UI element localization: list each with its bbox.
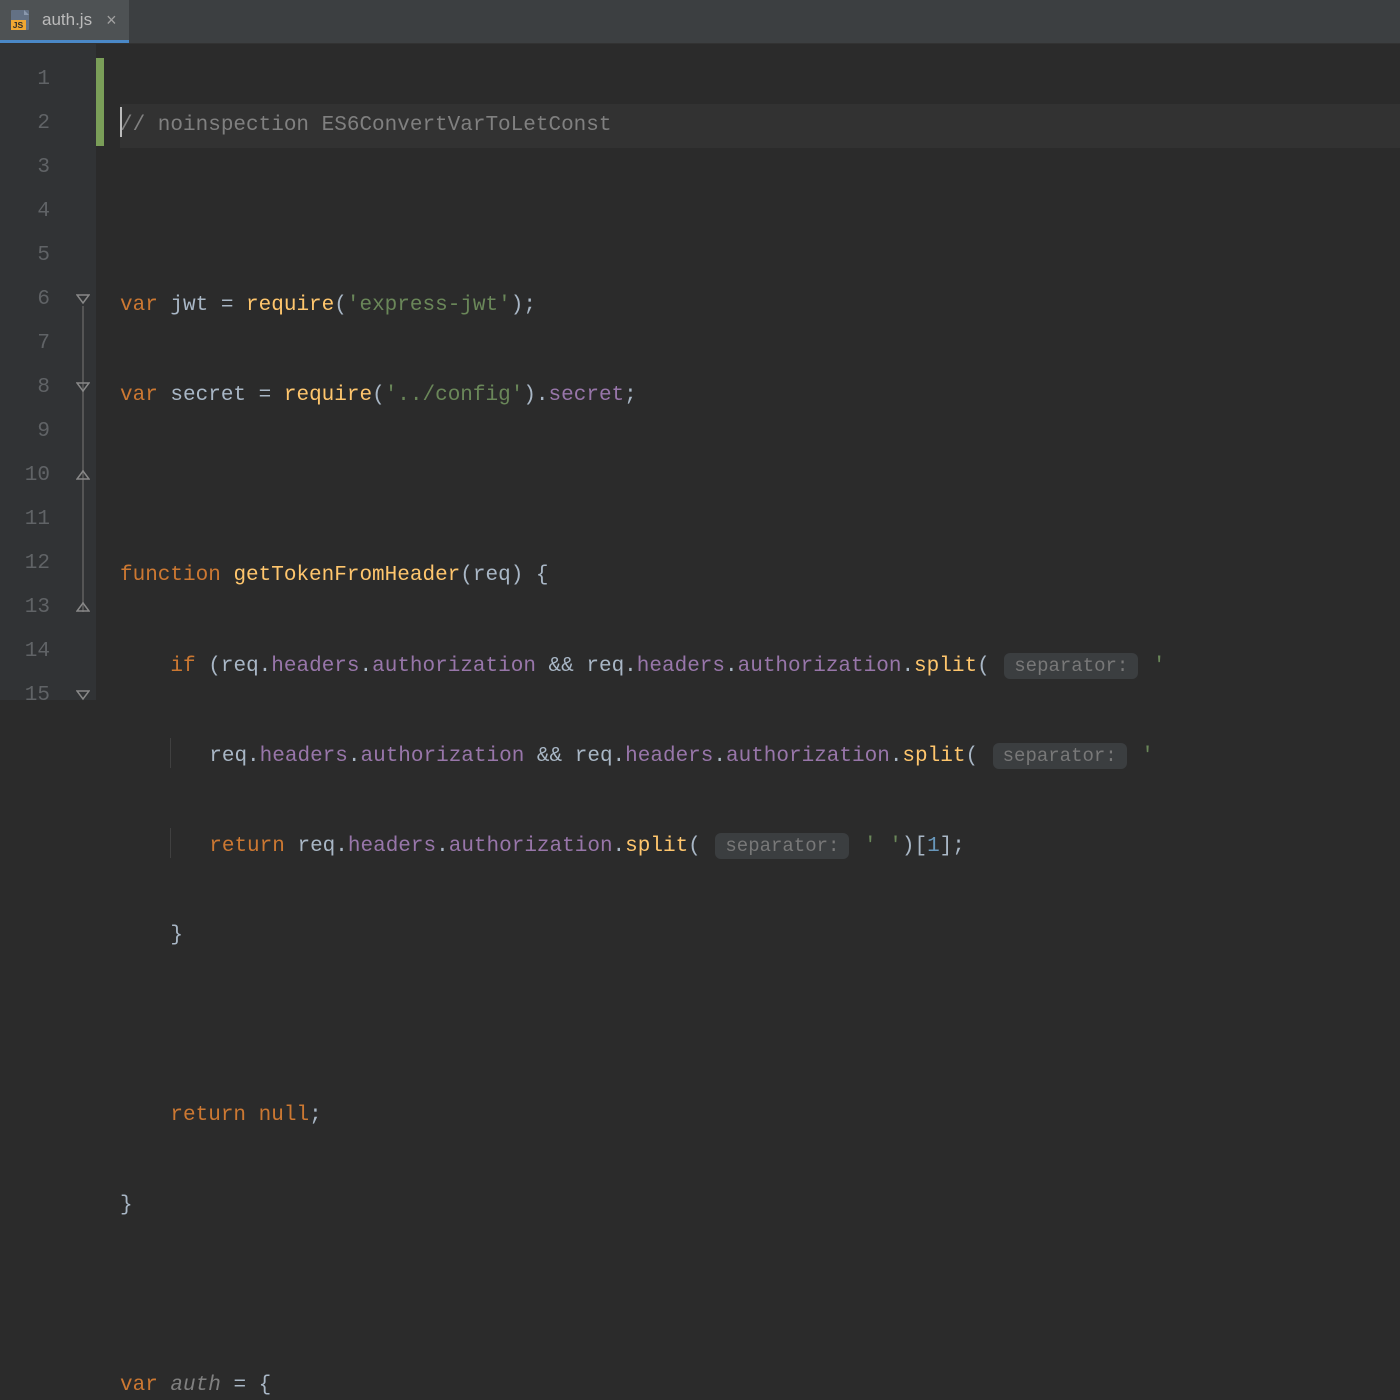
fold-toggle-icon[interactable] xyxy=(76,292,90,306)
code-line[interactable]: return null; xyxy=(120,1094,1400,1138)
fold-toggle-icon[interactable] xyxy=(76,380,90,394)
code-editor[interactable]: 1 2 3 4 5 6 7 8 9 10 11 12 13 14 15 xyxy=(0,44,1400,700)
code-line[interactable] xyxy=(120,1004,1400,1048)
line-number: 14 xyxy=(0,630,74,674)
tab-label: auth.js xyxy=(42,10,92,30)
code-line[interactable] xyxy=(120,194,1400,238)
line-number: 2 xyxy=(0,102,74,146)
code-line[interactable]: var secret = require('../config').secret… xyxy=(120,374,1400,418)
close-icon[interactable]: × xyxy=(106,11,117,29)
code-line[interactable]: req.headers.authorization && req.headers… xyxy=(120,734,1400,778)
line-number: 3 xyxy=(0,146,74,190)
code-line[interactable]: function getTokenFromHeader(req) { xyxy=(120,554,1400,598)
line-number: 7 xyxy=(0,322,74,366)
code-line[interactable]: if (req.headers.authorization && req.hea… xyxy=(120,644,1400,688)
line-number: 11 xyxy=(0,498,74,542)
code-line[interactable]: return req.headers.authorization.split( … xyxy=(120,824,1400,868)
text-cursor xyxy=(120,107,122,137)
parameter-hint: separator: xyxy=(715,833,849,859)
svg-text:JS: JS xyxy=(13,20,24,30)
code-line[interactable] xyxy=(120,1274,1400,1318)
line-number: 13 xyxy=(0,586,74,630)
fold-toggle-icon[interactable] xyxy=(76,600,90,614)
code-area[interactable]: // noinspection ES6ConvertVarToLetConst … xyxy=(104,44,1400,700)
line-number: 4 xyxy=(0,190,74,234)
line-number: 10 xyxy=(0,454,74,498)
line-number-gutter: 1 2 3 4 5 6 7 8 9 10 11 12 13 14 15 xyxy=(0,44,74,700)
code-line[interactable]: var jwt = require('express-jwt'); xyxy=(120,284,1400,328)
line-number: 6 xyxy=(0,278,74,322)
parameter-hint: separator: xyxy=(993,743,1127,769)
tab-bar: JS auth.js × xyxy=(0,0,1400,44)
line-number: 5 xyxy=(0,234,74,278)
tab-auth-js[interactable]: JS auth.js × xyxy=(0,0,129,43)
js-file-icon: JS xyxy=(10,8,34,32)
fold-column xyxy=(74,44,96,700)
modification-bar xyxy=(96,44,104,700)
code-line[interactable]: } xyxy=(120,914,1400,958)
code-line[interactable]: } xyxy=(120,1184,1400,1228)
line-number: 15 xyxy=(0,674,74,718)
fold-toggle-icon[interactable] xyxy=(76,468,90,482)
code-line[interactable]: var auth = { xyxy=(120,1364,1400,1400)
line-number: 1 xyxy=(0,58,74,102)
code-line[interactable]: // noinspection ES6ConvertVarToLetConst xyxy=(120,104,1400,148)
code-line[interactable] xyxy=(120,464,1400,508)
line-number: 12 xyxy=(0,542,74,586)
line-number: 9 xyxy=(0,410,74,454)
parameter-hint: separator: xyxy=(1004,653,1138,679)
line-number: 8 xyxy=(0,366,74,410)
